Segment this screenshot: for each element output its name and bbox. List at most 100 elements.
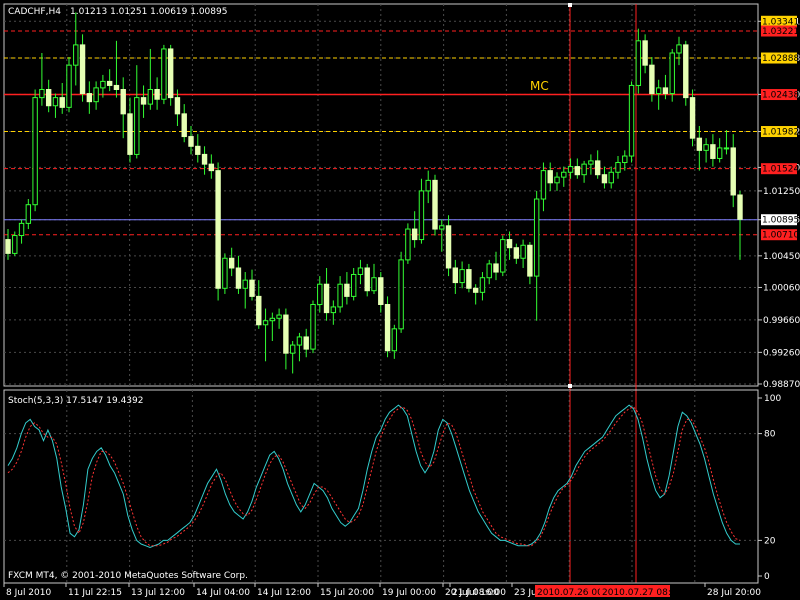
candle-body [527, 244, 533, 277]
candle-body [18, 222, 25, 237]
candle-body [486, 263, 492, 279]
ohlc-readout: 1.01213 1.01251 1.00619 1.00895 [70, 7, 227, 17]
candle-body [167, 48, 174, 99]
candle-body [73, 44, 79, 66]
candle-body [737, 194, 743, 220]
candle-body [378, 277, 384, 305]
candle-body [676, 44, 682, 54]
candle-body [147, 89, 154, 105]
candle-body [730, 147, 736, 196]
candle-body [472, 287, 479, 293]
candle-body [357, 267, 364, 275]
candle-body [140, 97, 147, 105]
chart-canvas[interactable]: 1.033411.028881.024401.019821.015401.012… [0, 0, 800, 600]
candle-body [350, 273, 357, 297]
candle-body [12, 235, 18, 254]
candle-body [418, 190, 425, 241]
candle-body [411, 228, 418, 241]
candle-body [506, 239, 513, 249]
copyright: FXCM MT4, © 2001-2010 MetaQuotes Softwar… [8, 571, 248, 581]
candle-body [323, 283, 330, 314]
candle-body [330, 306, 337, 314]
price-tick-label: 0.98870 [763, 380, 800, 390]
candle-body [500, 239, 506, 273]
candle-body [567, 166, 574, 173]
time-marker-text: 2010.07.27 08:00 [602, 588, 683, 598]
candle-body [432, 179, 438, 230]
candle-body [513, 247, 520, 259]
time-tick-label: 8 Jul 2010 [6, 588, 51, 598]
candle-body [32, 97, 38, 206]
time-tick-label: 14 Jul 04:00 [196, 588, 250, 598]
candle-body [208, 163, 215, 172]
candle-body [134, 97, 140, 155]
candle-body [622, 155, 628, 164]
candle-body [628, 84, 635, 157]
candle-body [39, 89, 45, 99]
candle-body [52, 97, 59, 107]
candle-body [154, 89, 160, 100]
candle-body [310, 303, 316, 350]
candle-body [262, 320, 269, 326]
candle-body [594, 160, 601, 176]
marker-handle[interactable] [568, 3, 572, 7]
candle-body [662, 87, 669, 95]
candle-body [384, 303, 391, 352]
candle-body [188, 136, 194, 147]
candle-body [615, 162, 621, 173]
candle-body [493, 263, 499, 273]
candle-body [425, 179, 431, 192]
candle-body [161, 48, 167, 100]
candle-body [398, 259, 404, 330]
candle-body [533, 198, 540, 277]
time-tick-label: 15 Jul 20:00 [320, 588, 374, 598]
candle-body [127, 113, 133, 155]
price-tick-label: 1.01250 [763, 187, 800, 197]
price-tag-text: 1.00710 [762, 231, 799, 241]
candle-body [215, 170, 221, 289]
candle-body [256, 295, 262, 326]
candle-body [222, 257, 228, 289]
candle-body [683, 44, 689, 99]
time-tick-label: 11 Jul 22:15 [68, 588, 122, 598]
candle-body [466, 269, 472, 289]
candle-body [439, 225, 445, 230]
time-tick-label: 19 Jul 00:00 [382, 588, 436, 598]
candle-body [296, 336, 303, 346]
candle-body [228, 257, 235, 269]
candle-body [174, 97, 181, 115]
symbol-timeframe: CADCHF,H4 [8, 7, 61, 17]
time-marker-tags: 2010.07.26 00:002010.07.27 08:00 [535, 585, 683, 598]
candle-body [547, 170, 553, 184]
price-tag-text: 1.01982 [762, 128, 799, 138]
candle-body [93, 87, 99, 103]
candle-body [235, 267, 242, 289]
candle-body [283, 314, 289, 354]
candle-body [5, 239, 11, 254]
candle-body [317, 283, 323, 305]
stochastic-title: Stoch(5,3,3) 17.5147 19.4392 [8, 396, 143, 406]
candle-body [249, 279, 255, 297]
candle-body [59, 97, 65, 108]
candle-body [371, 277, 377, 292]
candle-body [66, 64, 72, 108]
candle-body [554, 176, 560, 184]
candle-body [337, 283, 343, 308]
candle-body [405, 228, 411, 261]
marker-handle[interactable] [568, 384, 572, 388]
candle-body [716, 147, 723, 159]
price-tick-label: 1.00450 [763, 252, 800, 262]
candle-body [669, 52, 675, 95]
candle-body [574, 166, 581, 176]
candle-body [276, 314, 282, 319]
candle-body [79, 44, 86, 95]
stoch-tick-label: 20 [764, 536, 776, 546]
candle-body [106, 80, 113, 86]
candle-body [195, 145, 201, 155]
candle-body [655, 87, 662, 95]
candle-body [445, 225, 452, 269]
time-tick-label: 14 Jul 12:00 [257, 588, 311, 598]
candle-body [689, 97, 696, 139]
candle-body [520, 244, 526, 259]
candle-body [45, 89, 52, 107]
